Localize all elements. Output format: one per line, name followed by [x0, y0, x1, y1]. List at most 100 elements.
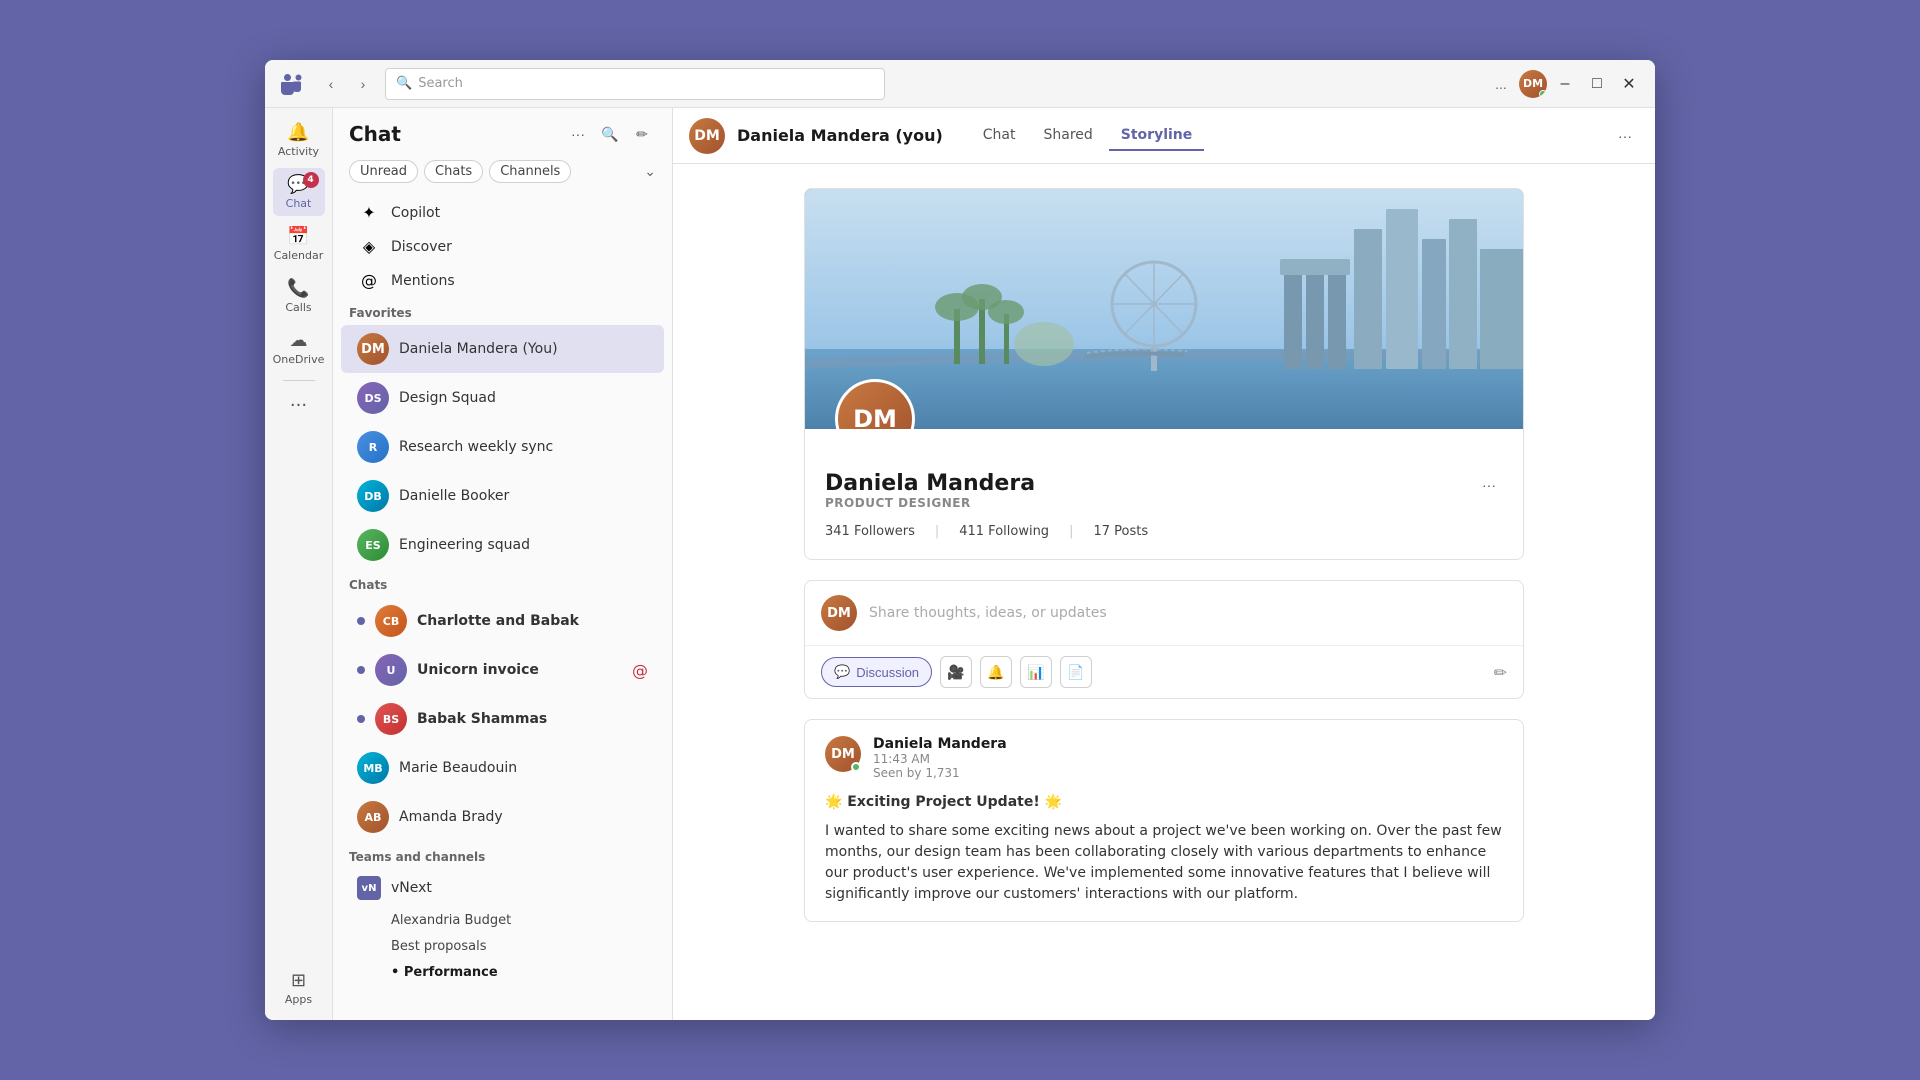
chat-item-charlotte[interactable]: CB Charlotte and Babak	[341, 597, 664, 645]
nav-item-copilot[interactable]: ✦ Copilot	[341, 196, 664, 229]
more-options-button[interactable]: ...	[1487, 70, 1515, 98]
chat-item-amanda[interactable]: AB Amanda Brady	[341, 793, 664, 841]
content-header-more[interactable]: ···	[1611, 122, 1639, 150]
chat-item-design-squad[interactable]: DS Design Squad	[341, 374, 664, 422]
post-header: DM Daniela Mandera 11:43 AM Seen by 1,73…	[825, 736, 1503, 780]
user-avatar-title[interactable]: DM	[1519, 70, 1547, 98]
rail-item-onedrive[interactable]: ☁ OneDrive	[273, 324, 325, 372]
post-card: DM Daniela Mandera 11:43 AM Seen by 1,73…	[804, 719, 1524, 922]
compose-bell-button[interactable]: 🔔	[980, 656, 1012, 688]
compose-top: DM Share thoughts, ideas, or updates	[805, 581, 1523, 646]
copilot-icon: ✦	[357, 203, 381, 222]
post-author-avatar: DM	[825, 736, 861, 772]
post-compose: DM Share thoughts, ideas, or updates 💬 D…	[804, 580, 1524, 699]
chat-item-marie[interactable]: MB Marie Beaudouin	[341, 744, 664, 792]
avatar-danielle: DB	[357, 480, 389, 512]
teams-header: Teams and channels	[333, 842, 672, 868]
profile-name-section: Daniela Mandera PRODUCT DESIGNER	[825, 471, 1035, 520]
avatar-daniela: DM	[357, 333, 389, 365]
nav-item-mentions[interactable]: @ Mentions	[341, 264, 664, 297]
sidebar-search-button[interactable]: 🔍	[596, 120, 624, 148]
chat-item-eng-squad[interactable]: ES Engineering squad	[341, 521, 664, 569]
rail-item-apps[interactable]: ⊞ Apps	[273, 964, 325, 1012]
profile-title: PRODUCT DESIGNER	[825, 496, 1035, 510]
activity-icon: 🔔	[287, 122, 309, 143]
sidebar-list: ✦ Copilot ◈ Discover @ Mentions Favorite…	[333, 191, 672, 1020]
tab-shared[interactable]: Shared	[1031, 121, 1104, 151]
channel-bullet-performance: •	[391, 965, 404, 980]
chat-item-danielle[interactable]: DB Danielle Booker	[341, 472, 664, 520]
avatar-eng-squad: ES	[357, 529, 389, 561]
bell-icon: 🔔	[987, 664, 1004, 681]
avatar-babak: BS	[375, 703, 407, 735]
content-tabs: Chat Shared Storyline	[971, 121, 1205, 151]
compose-edit-icon[interactable]: ✏	[1494, 663, 1507, 682]
chat-name-danielle: Danielle Booker	[399, 488, 648, 504]
team-item-vnext[interactable]: vN vNext	[341, 869, 664, 907]
rail-item-calendar[interactable]: 📅 Calendar	[273, 220, 325, 268]
content-more-button[interactable]: ···	[1611, 122, 1639, 150]
compose-placeholder[interactable]: Share thoughts, ideas, or updates	[869, 605, 1507, 621]
minimize-button[interactable]: –	[1551, 70, 1579, 98]
chat-name-amanda: Amanda Brady	[399, 809, 648, 825]
search-placeholder: Search	[418, 76, 463, 91]
rail-label-apps: Apps	[285, 993, 312, 1006]
video-icon: 🎥	[947, 664, 964, 681]
sidebar-more-button[interactable]: ···	[564, 120, 592, 148]
nav-label-discover: Discover	[391, 239, 648, 255]
forward-button[interactable]: ›	[349, 70, 377, 98]
chat-item-babak[interactable]: BS Babak Shammas	[341, 695, 664, 743]
nav-item-discover[interactable]: ◈ Discover	[341, 230, 664, 263]
followers-count: 341 Followers	[825, 524, 915, 539]
profile-name-row: Daniela Mandera PRODUCT DESIGNER ···	[825, 471, 1503, 520]
close-button[interactable]: ✕	[1615, 70, 1643, 98]
filter-chats[interactable]: Chats	[424, 160, 483, 183]
chat-name-unicorn: Unicorn invoice	[417, 662, 622, 678]
onedrive-icon: ☁	[290, 330, 308, 351]
apps-icon: ⊞	[291, 970, 306, 991]
maximize-button[interactable]: □	[1583, 70, 1611, 98]
channel-item-performance[interactable]: • Performance	[341, 960, 664, 985]
chat-item-research-sync[interactable]: R Research weekly sync	[341, 423, 664, 471]
search-bar[interactable]: 🔍 Search	[385, 68, 885, 100]
compose-actions: 💬 Discussion 🎥 🔔 📊 📄	[805, 646, 1523, 698]
profile-more-button[interactable]: ···	[1475, 471, 1503, 499]
tab-chat[interactable]: Chat	[971, 121, 1028, 151]
filter-chevron-icon[interactable]: ⌄	[644, 164, 656, 180]
post-seen: Seen by 1,731	[873, 766, 1503, 780]
rail-label-chat: Chat	[286, 197, 312, 210]
rail-item-more[interactable]: ···	[273, 389, 325, 422]
filter-unread[interactable]: Unread	[349, 160, 418, 183]
post-time: 11:43 AM	[873, 752, 930, 766]
search-icon: 🔍	[396, 76, 412, 91]
compose-doc-button[interactable]: 📄	[1060, 656, 1092, 688]
teams-logo	[277, 70, 305, 98]
chat-name-eng-squad: Engineering squad	[399, 537, 648, 553]
stat-divider-1: |	[935, 524, 939, 539]
main-content: DM Daniela Mandera (you) Chat Shared Sto…	[673, 108, 1655, 1020]
team-name-vnext: vNext	[391, 880, 432, 896]
sidebar-header-actions: ··· 🔍 ✏	[564, 120, 656, 148]
chat-name-babak: Babak Shammas	[417, 711, 648, 727]
channel-item-best-proposals[interactable]: Best proposals	[341, 934, 664, 959]
title-bar-actions: ... DM – □ ✕	[1487, 70, 1643, 98]
filter-channels[interactable]: Channels	[489, 160, 571, 183]
profile-banner: DM	[805, 189, 1523, 429]
chat-item-daniela[interactable]: DM Daniela Mandera (You)	[341, 325, 664, 373]
chat-badge: 4	[303, 172, 319, 188]
compose-video-button[interactable]: 🎥	[940, 656, 972, 688]
compose-chart-button[interactable]: 📊	[1020, 656, 1052, 688]
tab-storyline[interactable]: Storyline	[1109, 121, 1204, 151]
rail-item-calls[interactable]: 📞 Calls	[273, 272, 325, 320]
back-button[interactable]: ‹	[317, 70, 345, 98]
channel-item-alexandria[interactable]: Alexandria Budget	[341, 908, 664, 933]
rail-label-onedrive: OneDrive	[273, 353, 325, 366]
more-icon: ···	[290, 395, 307, 416]
chat-item-unicorn[interactable]: U Unicorn invoice @	[341, 646, 664, 694]
compose-discussion-button[interactable]: 💬 Discussion	[821, 657, 932, 687]
favorites-header: Favorites	[333, 298, 672, 324]
rail-item-activity[interactable]: 🔔 Activity	[273, 116, 325, 164]
rail-item-chat[interactable]: 4 💬 Chat	[273, 168, 325, 216]
nav-label-copilot: Copilot	[391, 205, 648, 221]
sidebar-compose-button[interactable]: ✏	[628, 120, 656, 148]
